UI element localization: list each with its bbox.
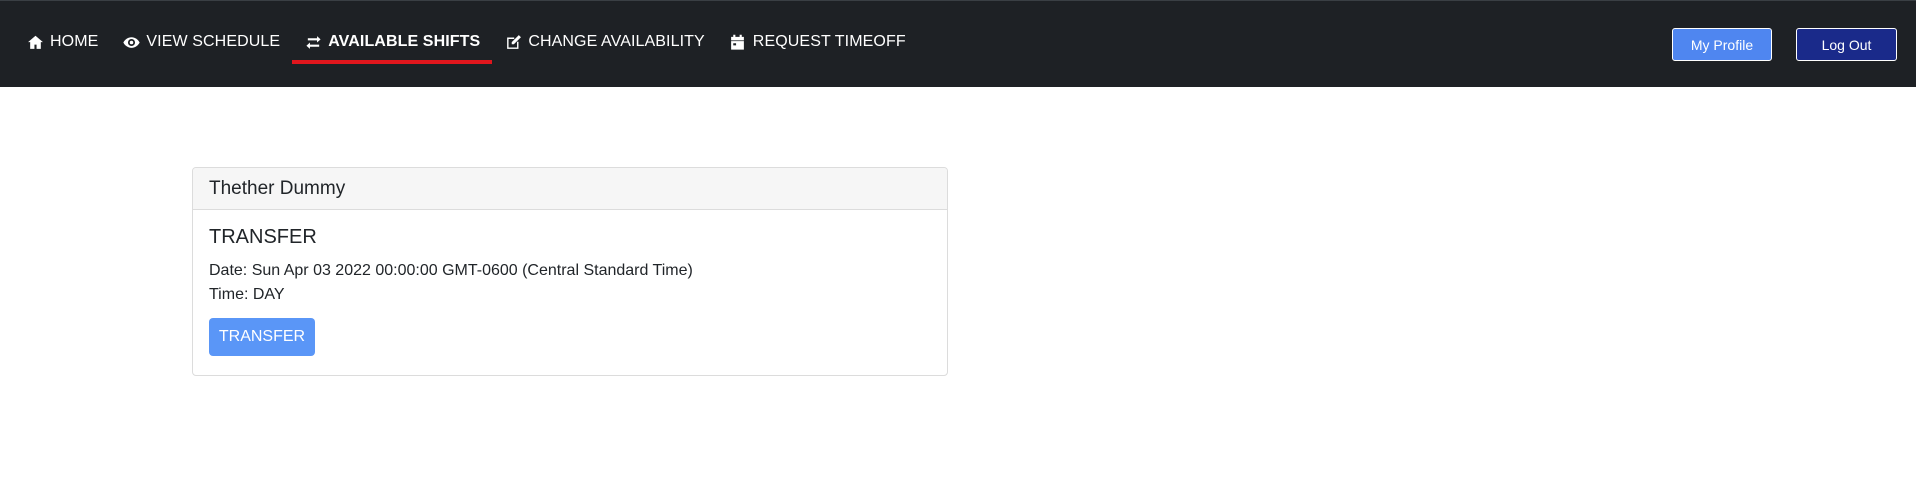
nav-item-change-availability[interactable]: CHANGE AVAILABILITY — [492, 1, 716, 83]
nav-item-label: HOME — [50, 33, 99, 50]
home-icon — [26, 33, 44, 51]
top-navbar: HOME VIEW SCHEDULE AVAILABLE SHIFTS CHAN… — [0, 0, 1916, 87]
nav-item-label: VIEW SCHEDULE — [146, 33, 281, 50]
nav-item-home[interactable]: HOME — [14, 1, 110, 83]
card-body: TRANSFER Date: Sun Apr 03 2022 00:00:00 … — [193, 210, 947, 372]
transfer-button[interactable]: TRANSFER — [209, 318, 315, 356]
nav-item-available-shifts[interactable]: AVAILABLE SHIFTS — [292, 1, 493, 83]
nav-links: HOME VIEW SCHEDULE AVAILABLE SHIFTS CHAN… — [14, 1, 918, 88]
nav-item-label: AVAILABLE SHIFTS — [328, 33, 481, 50]
my-profile-button[interactable]: My Profile — [1672, 28, 1772, 61]
nav-item-label: REQUEST TIMEOFF — [752, 33, 906, 50]
shift-date: Date: Sun Apr 03 2022 00:00:00 GMT-0600 … — [209, 262, 693, 279]
shift-card: Thether Dummy TRANSFER Date: Sun Apr 03 … — [192, 167, 948, 376]
nav-item-request-timeoff[interactable]: REQUEST TIMEOFF — [717, 1, 918, 83]
eye-icon — [122, 33, 140, 51]
nav-item-label: CHANGE AVAILABILITY — [528, 33, 705, 50]
swap-icon — [304, 33, 322, 51]
edit-icon — [504, 33, 522, 51]
shift-time: Time: DAY — [209, 286, 285, 303]
card-header-employee-name: Thether Dummy — [193, 168, 947, 210]
shift-type-title: TRANSFER — [209, 226, 317, 248]
nav-item-view-schedule[interactable]: VIEW SCHEDULE — [110, 1, 292, 83]
log-out-button[interactable]: Log Out — [1796, 28, 1897, 61]
calendar-icon — [729, 33, 747, 51]
